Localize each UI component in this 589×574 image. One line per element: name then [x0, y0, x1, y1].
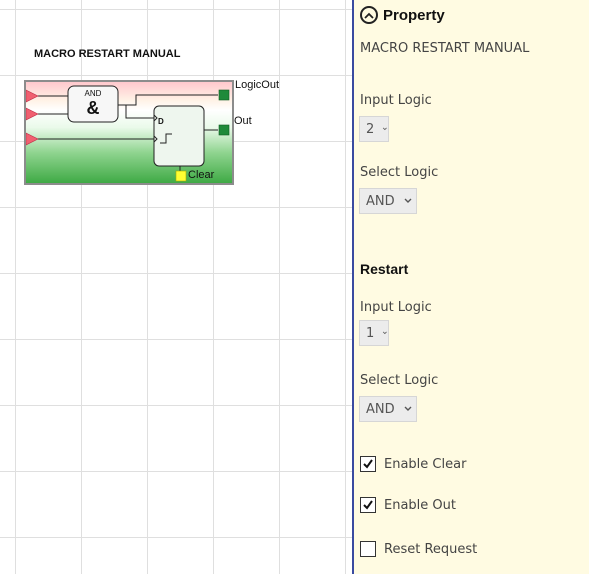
input-logic-value: 2 — [366, 121, 375, 137]
checkmark-icon — [363, 500, 373, 510]
and-gate-symbol: & — [87, 98, 100, 118]
property-header: Property — [360, 6, 445, 24]
block-title: MACRO RESTART MANUAL — [34, 48, 181, 60]
input-logic-label: Input Logic — [360, 93, 432, 108]
d-flipflop — [153, 105, 205, 167]
restart-select-logic-dropdown[interactable]: AND — [359, 396, 417, 422]
restart-input-logic-value: 1 — [366, 325, 375, 341]
select-logic-value: AND — [366, 193, 395, 209]
enable-clear-checkbox[interactable] — [360, 456, 376, 472]
chevron-down-icon — [383, 331, 388, 335]
property-subtitle: MACRO RESTART MANUAL — [360, 41, 530, 56]
chevron-down-icon — [404, 406, 412, 411]
reset-request-label: Reset Request — [384, 541, 478, 557]
input-pin-2 — [26, 107, 39, 121]
flipflop-d-label: D — [158, 117, 164, 126]
input-pin-restart — [26, 132, 39, 146]
restart-select-logic-value: AND — [366, 401, 395, 417]
input-logic-dropdown[interactable]: 2 — [359, 116, 389, 142]
enable-out-label: Enable Out — [384, 497, 456, 513]
out-pin — [218, 124, 230, 136]
restart-heading: Restart — [360, 261, 409, 277]
input-pin-1 — [26, 89, 39, 103]
clear-pin-label: Clear — [188, 169, 215, 181]
property-title: Property — [383, 6, 445, 24]
reset-request-row[interactable]: Reset Request — [360, 541, 477, 557]
select-logic-label: Select Logic — [360, 165, 439, 180]
property-panel: Property MACRO RESTART MANUAL Input Logi… — [352, 0, 589, 574]
restart-select-logic-label: Select Logic — [360, 373, 439, 388]
chevron-down-icon — [383, 127, 388, 131]
enable-clear-row[interactable]: Enable Clear — [360, 456, 466, 472]
enable-clear-label: Enable Clear — [384, 456, 467, 472]
reset-request-checkbox[interactable] — [360, 541, 376, 557]
logicout-pin — [218, 89, 230, 101]
select-logic-dropdown[interactable]: AND — [359, 188, 417, 214]
chevron-up-icon — [364, 12, 374, 19]
collapse-button[interactable] — [360, 6, 378, 24]
out-pin-label: Out — [234, 115, 252, 127]
enable-out-checkbox[interactable] — [360, 497, 376, 513]
logicout-pin-label: LogicOut — [235, 79, 280, 91]
design-canvas[interactable]: MACRO RESTART MANUAL AND & D LogicOut Ou… — [0, 0, 352, 574]
restart-input-logic-dropdown[interactable]: 1 — [359, 320, 389, 346]
clear-pin — [175, 170, 187, 182]
enable-out-row[interactable]: Enable Out — [360, 497, 456, 513]
block-schematic: AND & D — [26, 85, 230, 182]
and-gate-label: AND — [85, 89, 102, 98]
chevron-down-icon — [404, 198, 412, 203]
restart-input-logic-label: Input Logic — [360, 300, 432, 315]
checkmark-icon — [363, 459, 373, 469]
